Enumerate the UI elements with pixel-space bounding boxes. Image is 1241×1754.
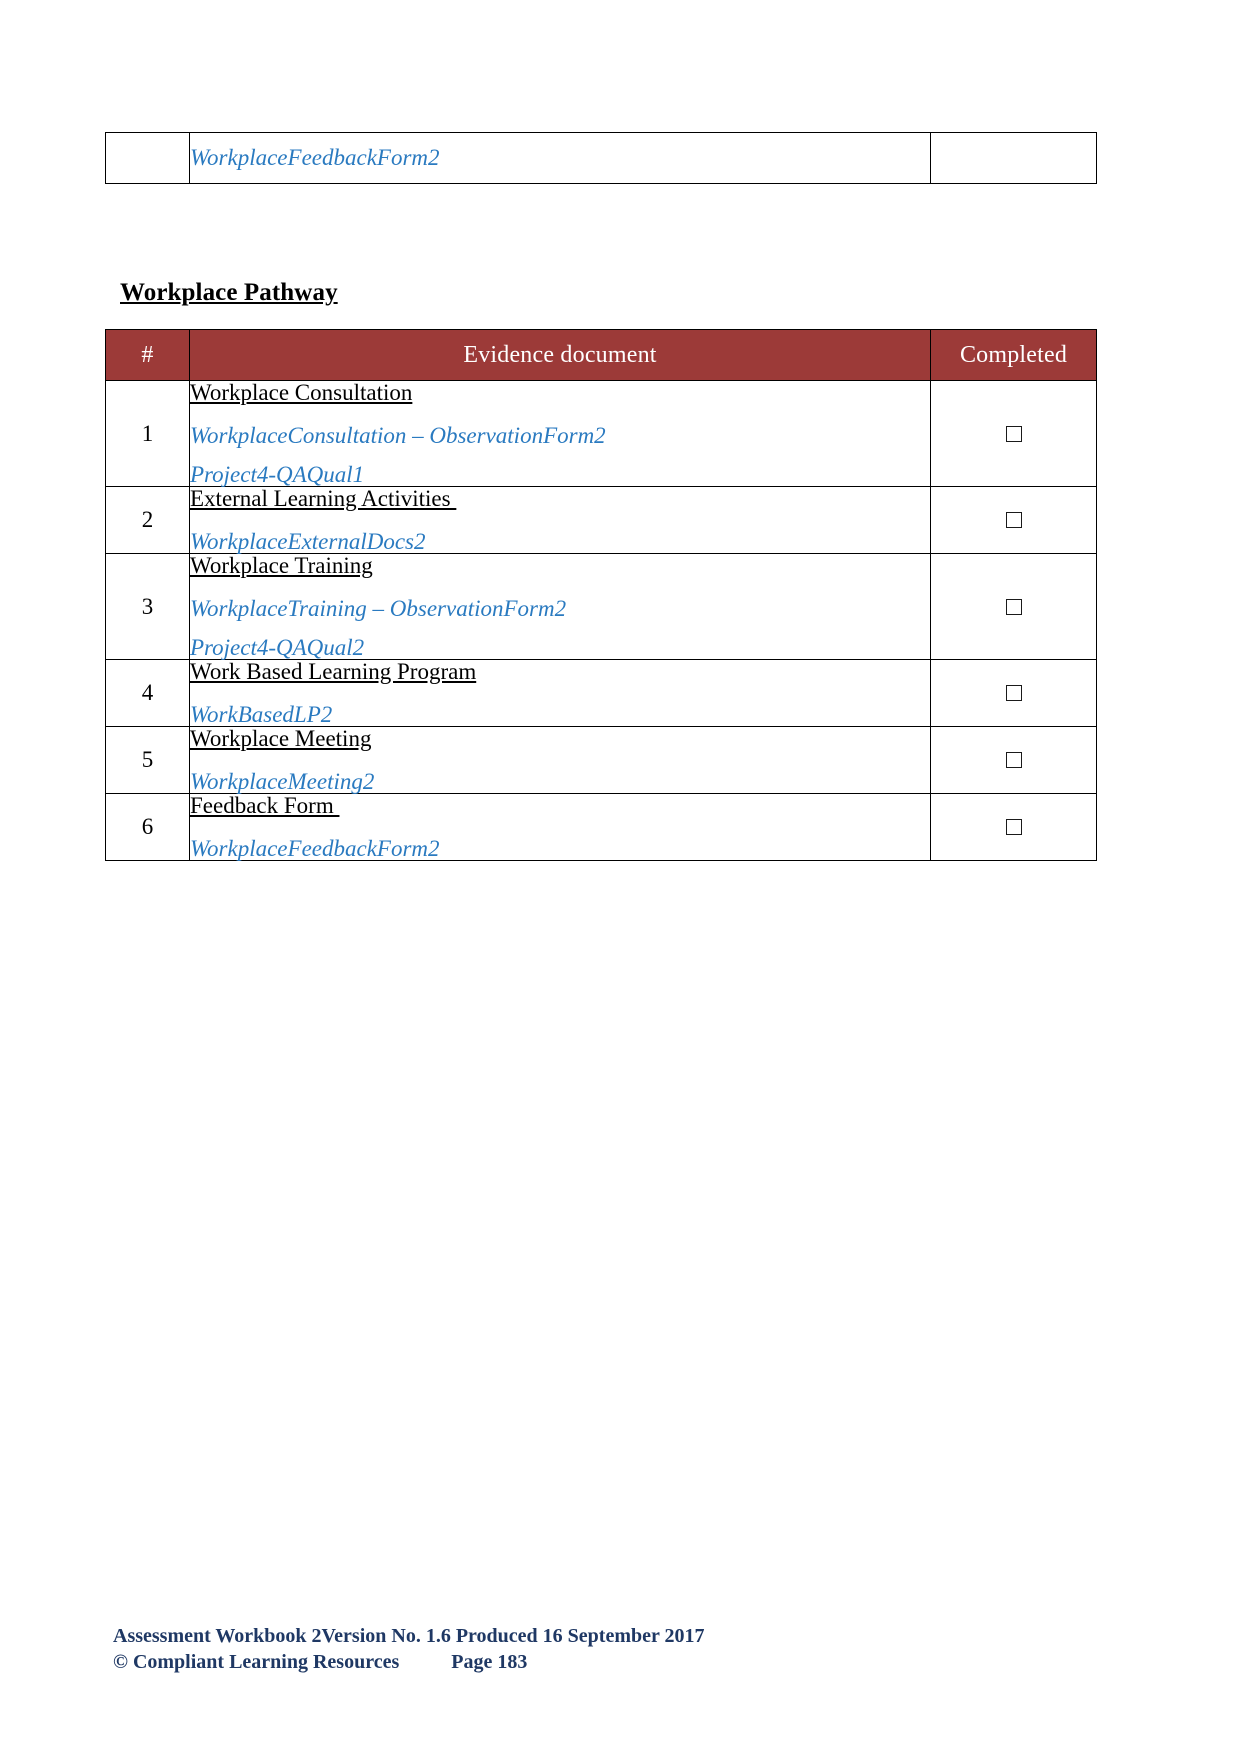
column-header-completed: Completed [930, 329, 1097, 381]
document-page: WorkplaceFeedbackForm2 Workplace Pathway… [0, 0, 1241, 1754]
continuation-number-cell [105, 132, 190, 184]
footer-copyright-line: © Compliant Learning Resources Page 183 [113, 1649, 705, 1675]
table-row: WorkplaceFeedbackForm2 [105, 132, 1097, 184]
row-number: 1 [105, 380, 190, 487]
footer-title-line: Assessment Workbook 2Version No. 1.6 Pro… [113, 1625, 705, 1647]
completed-cell [930, 380, 1097, 487]
table-body: 1 Workplace Consultation WorkplaceConsul… [105, 380, 1097, 861]
evidence-file-link[interactable]: WorkplaceMeeting2 [190, 770, 930, 793]
evidence-title: Workplace Consultation [190, 380, 413, 405]
table-row: 1 Workplace Consultation WorkplaceConsul… [105, 380, 1097, 487]
completed-checkbox[interactable] [1005, 425, 1022, 442]
evidence-file-link[interactable]: WorkBasedLP2 [190, 703, 930, 726]
completed-cell [930, 553, 1097, 660]
footer-copyright: © Compliant Learning Resources [113, 1651, 400, 1674]
evidence-document-cell: Workplace Training WorkplaceTraining – O… [189, 553, 931, 660]
table-row: 2 External Learning Activities Workplace… [105, 486, 1097, 554]
evidence-document-cell: Feedback Form WorkplaceFeedbackForm2 [189, 793, 931, 861]
completed-cell [930, 793, 1097, 861]
continuation-document-cell: WorkplaceFeedbackForm2 [189, 132, 931, 184]
footer-page-number: Page 183 [451, 1651, 528, 1674]
evidence-title: Work Based Learning Program [190, 659, 477, 684]
evidence-file-link[interactable]: WorkplaceFeedbackForm2 [190, 837, 930, 860]
workplace-pathway-table: # Evidence document Completed 1 Workplac… [105, 329, 1097, 861]
row-number: 5 [105, 726, 190, 794]
column-header-number: # [105, 329, 190, 381]
continuation-table-wrapper: WorkplaceFeedbackForm2 [105, 132, 1097, 184]
continuation-completed-cell [930, 132, 1097, 184]
page-footer: Assessment Workbook 2Version No. 1.6 Pro… [113, 1623, 705, 1676]
completed-cell [930, 726, 1097, 794]
row-number: 4 [105, 659, 190, 727]
completed-cell [930, 659, 1097, 727]
section-heading: Workplace Pathway [120, 279, 338, 306]
table-row: 6 Feedback Form WorkplaceFeedbackForm2 [105, 793, 1097, 861]
completed-cell [930, 486, 1097, 554]
table-header-row: # Evidence document Completed [105, 329, 1097, 381]
column-header-evidence-document: Evidence document [189, 329, 931, 381]
table-header: # Evidence document Completed [105, 329, 1097, 381]
completed-checkbox[interactable] [1005, 819, 1022, 836]
row-number: 2 [105, 486, 190, 554]
completed-checkbox[interactable] [1005, 598, 1022, 615]
evidence-title: External Learning Activities [190, 486, 457, 511]
table-row: 5 Workplace Meeting WorkplaceMeeting2 [105, 726, 1097, 794]
table-row: 4 Work Based Learning Program WorkBasedL… [105, 659, 1097, 727]
evidence-file-link[interactable]: WorkplaceTraining – ObservationForm2 [190, 597, 930, 620]
evidence-file-link[interactable]: WorkplaceFeedbackForm2 [190, 145, 930, 171]
evidence-document-cell: Workplace Consultation WorkplaceConsulta… [189, 380, 931, 487]
evidence-document-cell: External Learning Activities WorkplaceEx… [189, 486, 931, 554]
table-row: 3 Workplace Training WorkplaceTraining –… [105, 553, 1097, 660]
evidence-title: Feedback Form [190, 793, 340, 818]
completed-checkbox[interactable] [1005, 512, 1022, 529]
evidence-document-cell: Workplace Meeting WorkplaceMeeting2 [189, 726, 931, 794]
evidence-file-link[interactable]: WorkplaceExternalDocs2 [190, 530, 930, 553]
evidence-file-link[interactable]: Project4-QAQual1 [190, 463, 930, 486]
evidence-file-link[interactable]: WorkplaceConsultation – ObservationForm2 [190, 424, 930, 447]
workplace-pathway-table-wrapper: # Evidence document Completed 1 Workplac… [105, 329, 1097, 861]
row-number: 6 [105, 793, 190, 861]
evidence-document-cell: Work Based Learning Program WorkBasedLP2 [189, 659, 931, 727]
continuation-table: WorkplaceFeedbackForm2 [105, 132, 1097, 184]
evidence-title: Workplace Meeting [190, 726, 372, 751]
evidence-title: Workplace Training [190, 553, 373, 578]
evidence-file-link[interactable]: Project4-QAQual2 [190, 636, 930, 659]
completed-checkbox[interactable] [1005, 685, 1022, 702]
completed-checkbox[interactable] [1005, 752, 1022, 769]
row-number: 3 [105, 553, 190, 660]
